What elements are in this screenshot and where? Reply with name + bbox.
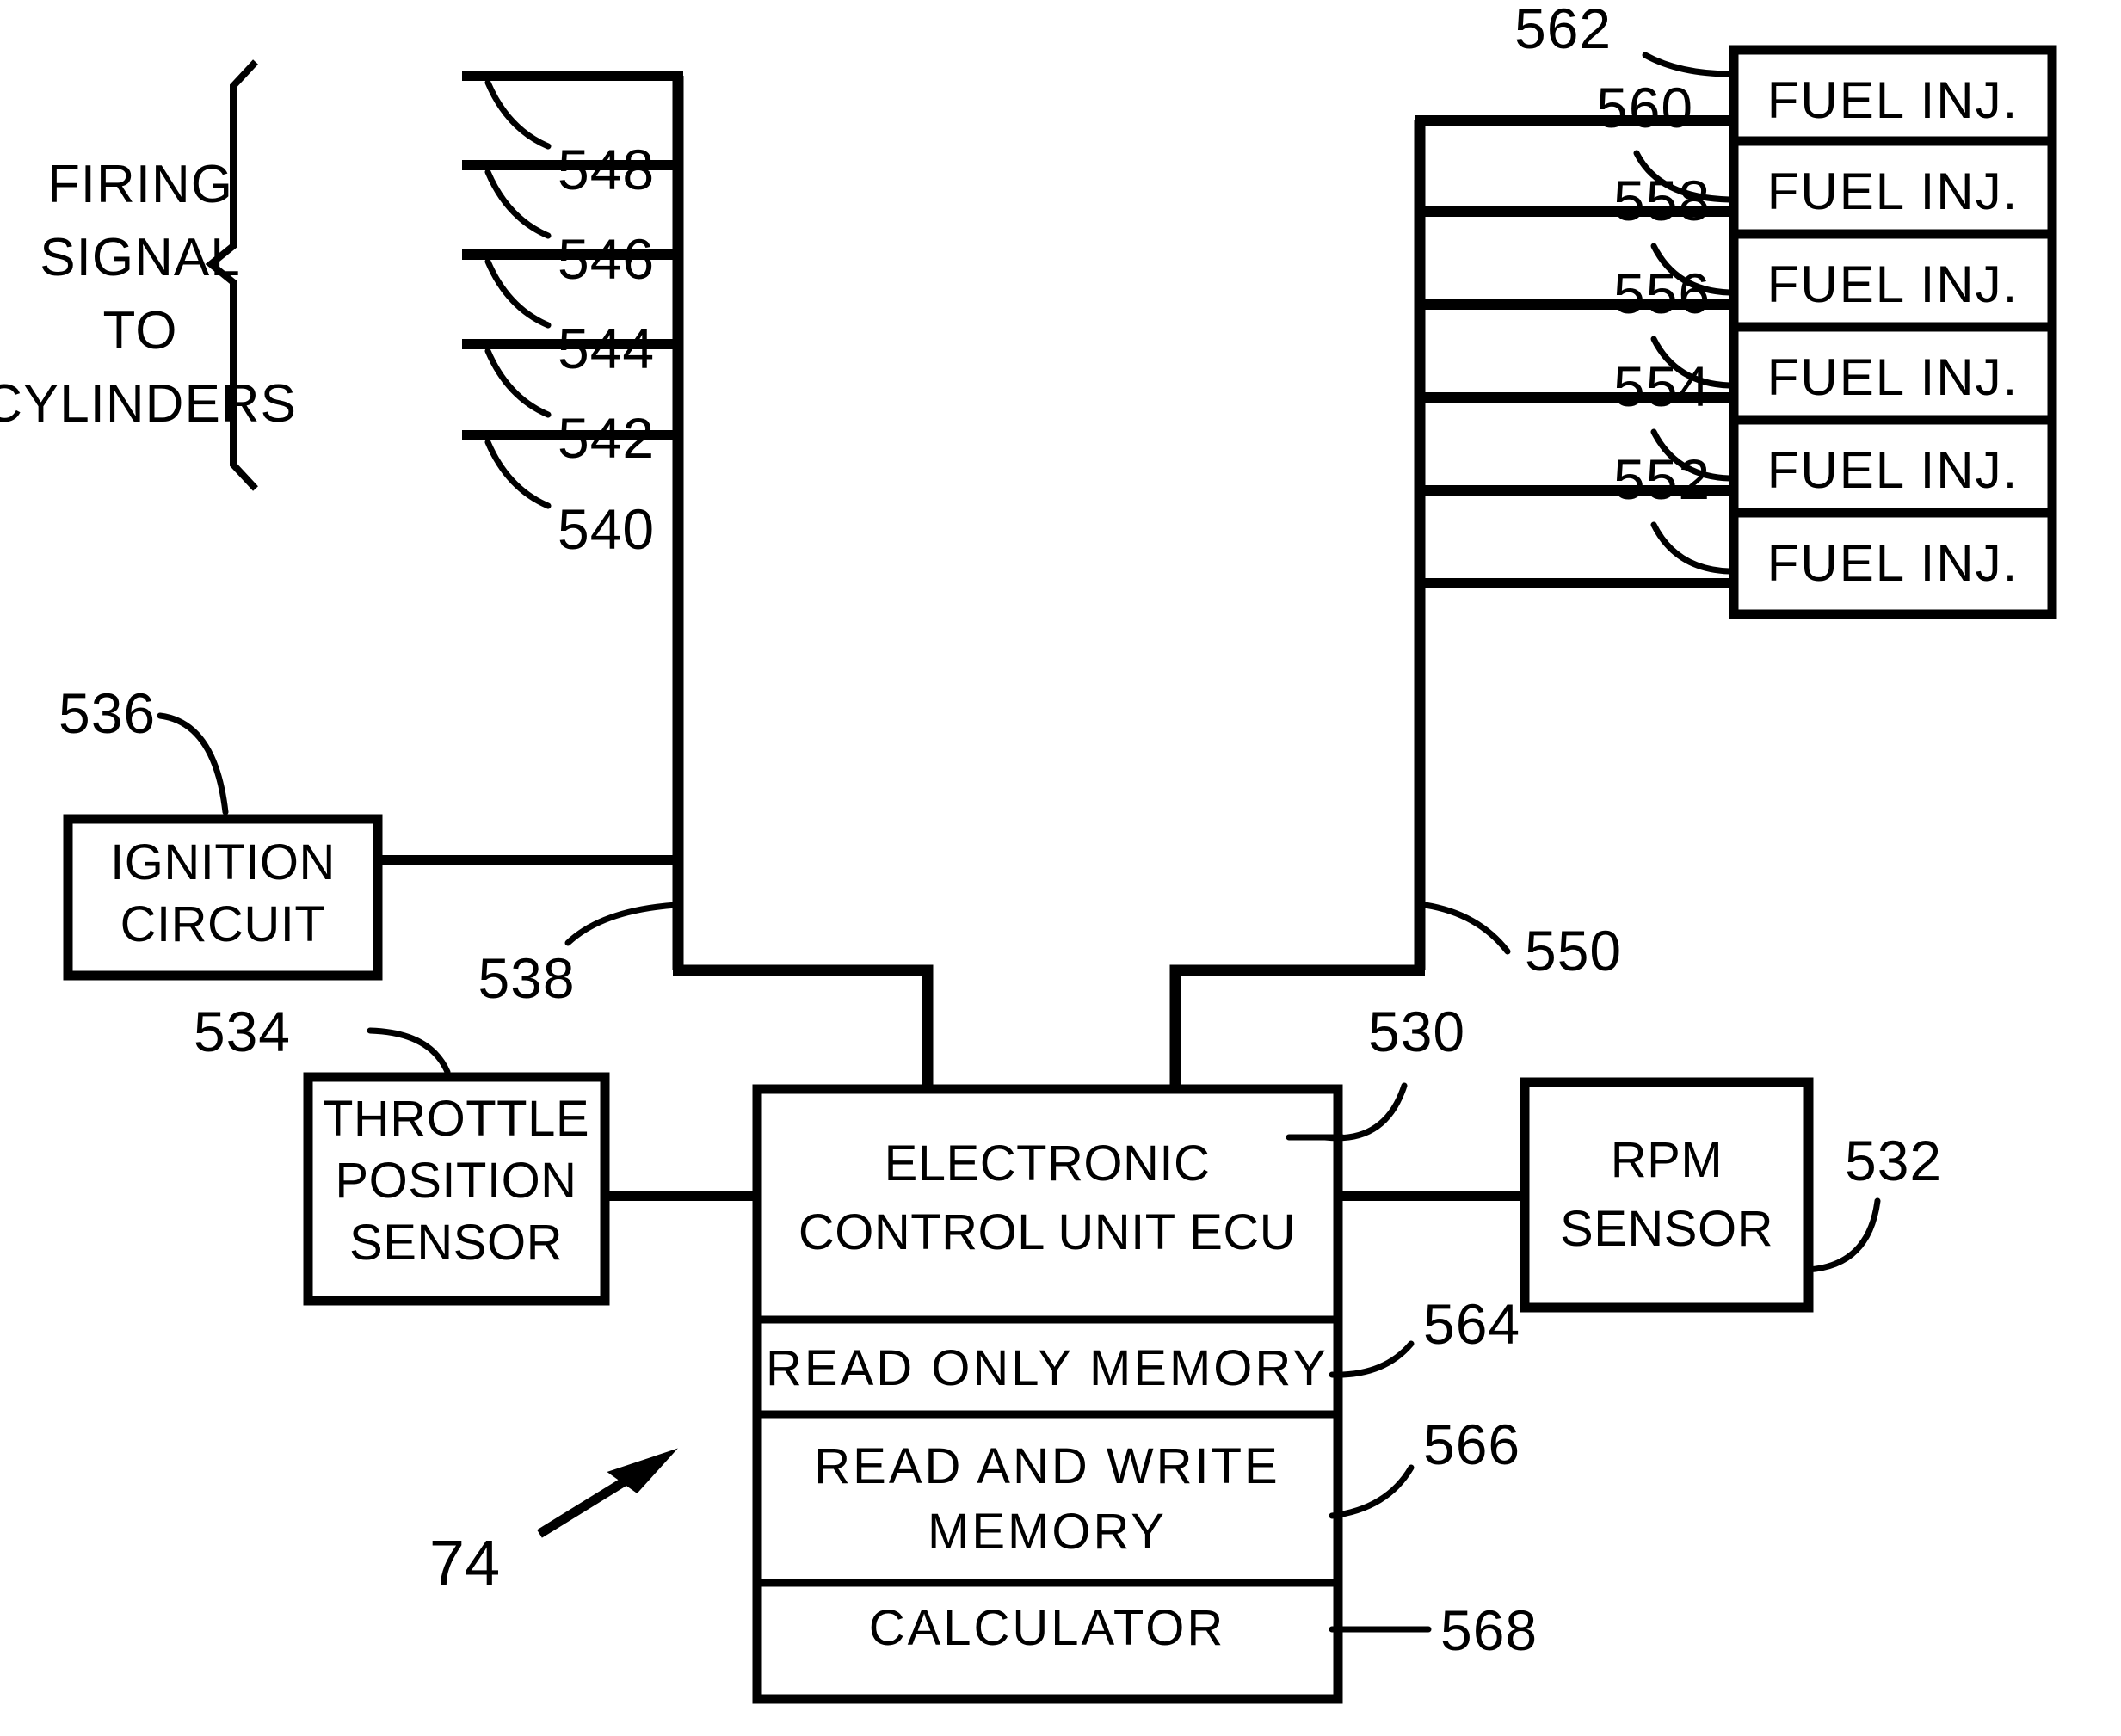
ref-532: 532: [1845, 1129, 1942, 1192]
ref-536: 536: [59, 681, 156, 745]
figure-number: 74: [429, 1527, 500, 1598]
leader-540: [484, 439, 552, 509]
fuel-injector-label-552: FUEL INJ.: [1767, 534, 2019, 592]
rpm-sensor-box[interactable]: [1520, 1077, 1814, 1313]
ignition-circuit-label-line1: IGNITION: [110, 834, 336, 890]
figure-number-arrow: [537, 1448, 678, 1538]
ref-544: 544: [558, 317, 655, 380]
ecu-title-line2: CONTROL UNIT ECU: [798, 1204, 1296, 1260]
bracket-label-line2: SIGNAL: [40, 228, 240, 287]
ignition-bus-to-ecu: [673, 964, 934, 1094]
fuel-injector-label-562: FUEL INJ.: [1767, 71, 2019, 129]
leader-542: [484, 348, 552, 418]
ref-546: 546: [558, 227, 655, 291]
bracket-label-line3: TO: [103, 301, 178, 360]
leader-562: [1642, 52, 1735, 77]
throttle-sensor-line3: SENSOR: [349, 1215, 563, 1271]
bracket-label-line1: FIRING: [47, 155, 233, 214]
leader-546: [484, 169, 552, 239]
ecu-block-label-566-line1: READ AND WRITE: [814, 1438, 1280, 1494]
ref-548: 548: [558, 138, 655, 201]
ignition-circuit-label-line2: CIRCUIT: [120, 896, 326, 952]
ref-552: 552: [1613, 447, 1711, 511]
leader-544: [484, 258, 552, 329]
ref-556: 556: [1613, 262, 1711, 325]
leader-548: [484, 79, 552, 150]
ref-538: 538: [478, 946, 575, 1010]
leader-538: [564, 902, 680, 946]
leader-566: [1329, 1464, 1415, 1519]
throttle-sensor-line2: POSITION: [335, 1153, 576, 1209]
ecu-block-label-564: READ ONLY MEMORY: [766, 1340, 1329, 1396]
fuel-injector-label-556: FUEL INJ.: [1767, 348, 2019, 406]
leader-564: [1329, 1340, 1415, 1378]
rpm-sensor-line1: RPM: [1611, 1132, 1723, 1188]
ref-542: 542: [558, 406, 655, 470]
patent-figure-74: 548 546 544 542 540 IGNITION CIRCUIT 536…: [0, 0, 2121, 1736]
ref-564: 564: [1423, 1292, 1520, 1356]
throttle-sensor-line1: THROTTLE: [323, 1091, 589, 1147]
ref-530: 530: [1368, 1000, 1465, 1063]
ref-550: 550: [1525, 919, 1622, 982]
fuel-injector-label-558: FUEL INJ.: [1767, 255, 2019, 313]
ref-562: 562: [1514, 0, 1612, 60]
ref-540: 540: [558, 497, 655, 561]
figure-canvas: 548 546 544 542 540 IGNITION CIRCUIT 536…: [0, 0, 2057, 1704]
leader-552: [1650, 521, 1733, 575]
ref-534: 534: [194, 1000, 291, 1063]
ecu-block-label-568: CALCULATOR: [869, 1600, 1226, 1656]
ecu-block-label-566-line2: MEMORY: [928, 1504, 1167, 1560]
ecu-title-line1: ELECTRONIC: [885, 1136, 1211, 1191]
fuel-injector-label-560: FUEL INJ.: [1767, 163, 2019, 220]
ref-554: 554: [1613, 354, 1711, 418]
bracket-label-line4: CYLINDERS: [0, 374, 297, 434]
ref-568: 568: [1440, 1598, 1538, 1662]
fuel-injector-label-554: FUEL INJ.: [1767, 441, 2019, 499]
ref-558: 558: [1613, 169, 1711, 232]
leader-536: [157, 712, 229, 816]
leader-534: [367, 1027, 451, 1075]
leader-550: [1421, 902, 1511, 955]
rpm-sensor-line2: SENSOR: [1560, 1201, 1773, 1257]
leader-532: [1803, 1197, 1881, 1273]
ref-566: 566: [1423, 1413, 1520, 1476]
ref-560: 560: [1596, 76, 1693, 139]
